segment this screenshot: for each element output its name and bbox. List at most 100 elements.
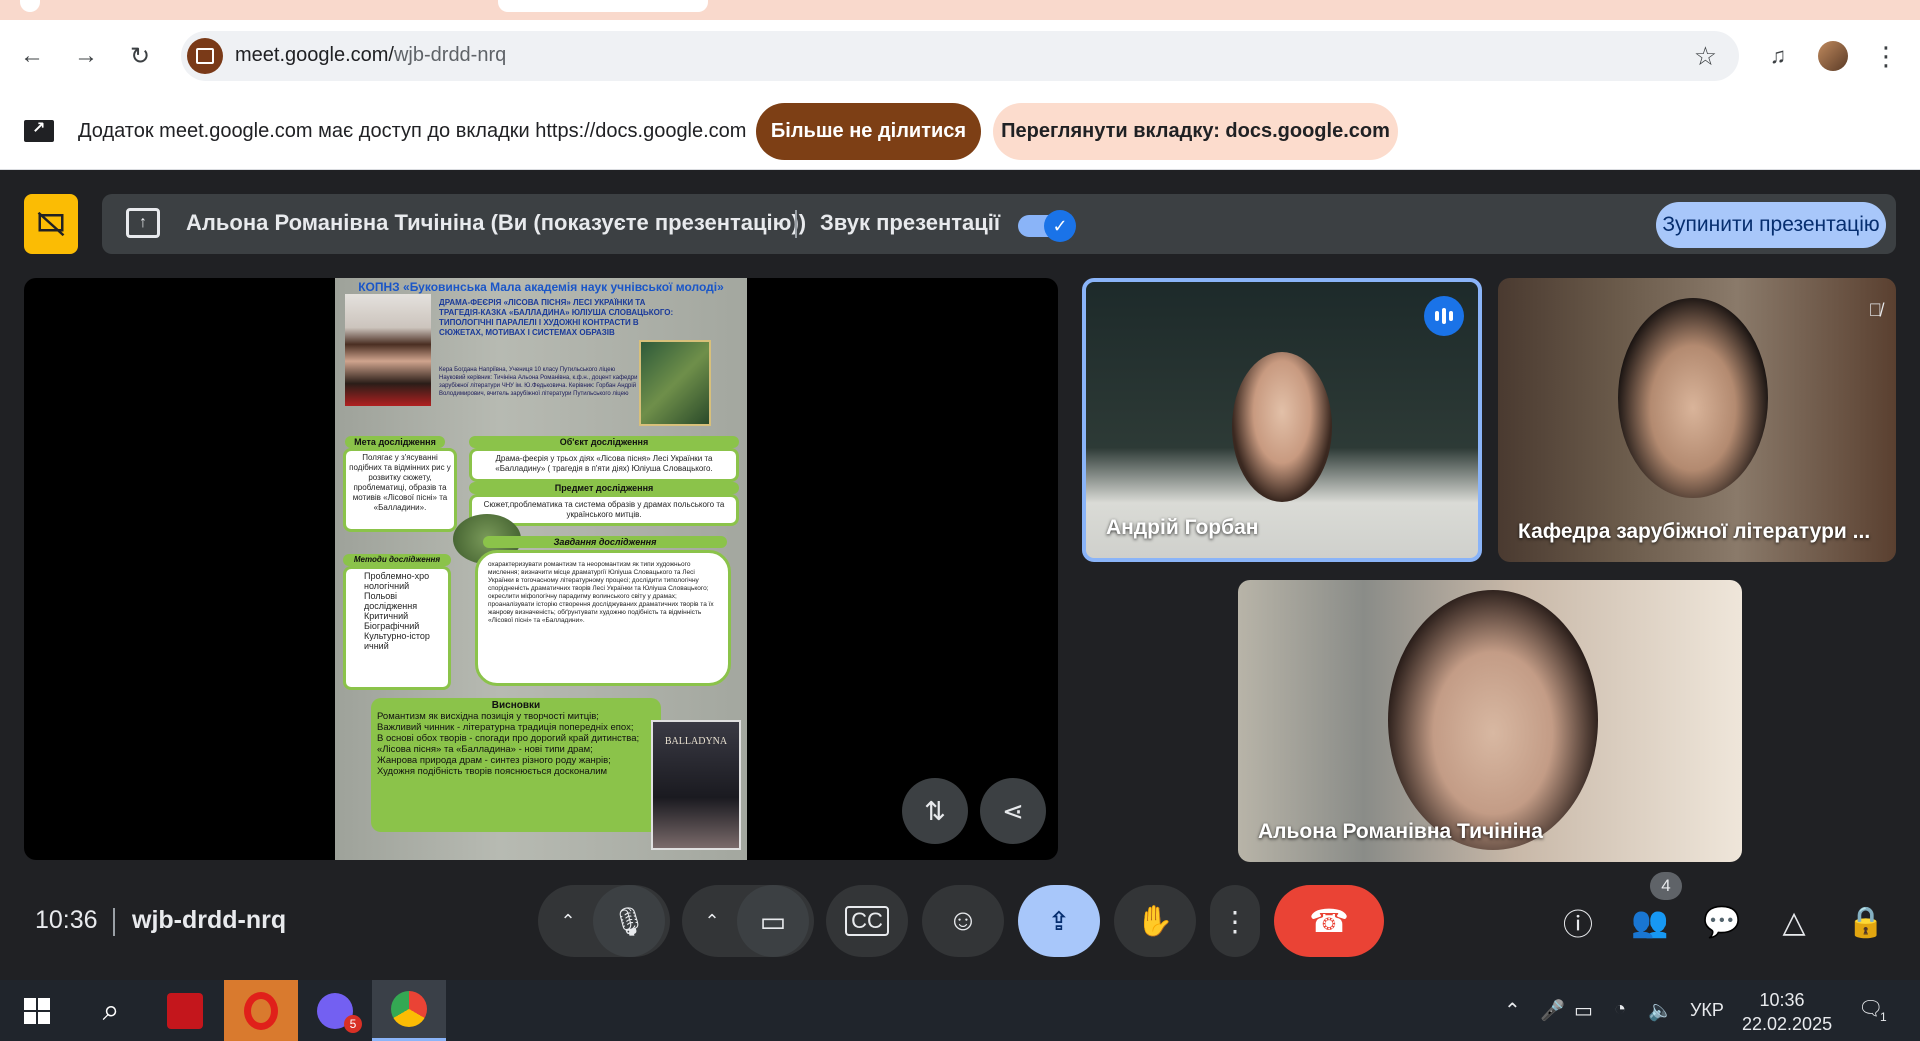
participant-tile-self[interactable]: Альона Романівна Тичініна [1238,580,1742,862]
camera-control-group: ⌃ ▭ [682,885,814,957]
address-bar[interactable]: meet.google.com/wjb-drdd-nrq ☆ [181,31,1739,81]
captions-button[interactable]: CC [826,885,908,957]
volume-icon[interactable]: 🔈 [1648,998,1673,1023]
conclusion-item: Художня подібність творів пояснюється до… [377,766,608,777]
acrobat-app[interactable] [148,980,222,1041]
video-settings-caret-icon[interactable]: ⌃ [687,911,737,932]
microphone-button[interactable]: 🎙 [593,885,665,957]
wifi-icon[interactable]: ◔ [1614,998,1626,1021]
back-button[interactable]: ← [14,38,50,74]
meeting-clock: 10:36 [35,906,98,934]
tab-strip [0,0,1920,20]
participant-video [1232,352,1332,502]
viber-app[interactable]: 5 [298,980,372,1041]
bookmark-star-icon[interactable]: ☆ [1694,41,1717,72]
conclusion-item: В основі обох творів - спогади про дорог… [377,733,640,744]
presenter-name: Альона Романівна Тичініна (Ви (показуєте… [186,210,807,235]
pin-swap-icon[interactable]: ⇅ [902,778,968,844]
profile-avatar[interactable] [1818,41,1848,71]
media-control-icon[interactable]: ♫ [1760,38,1796,74]
method-item: Проблемно-хро нологічний [364,571,430,591]
balladyna-book-cover: BALLADYNA [651,720,741,850]
footer-divider [113,908,115,936]
speaking-indicator-icon [1424,296,1464,336]
more-menu-icon[interactable]: ⋮ [1868,38,1904,74]
microphone-tray-icon[interactable]: 🎤 [1540,998,1565,1023]
screen-share-icon [24,118,54,142]
book-cover-image [639,340,711,426]
forward-button[interactable]: → [68,38,104,74]
sharing-message: Додаток meet.google.com має доступ до вк… [78,120,747,142]
chrome-icon [391,991,427,1027]
meeting-code[interactable]: wjb-drdd-nrq [132,906,286,935]
present-screen-icon: ⇪ [1048,905,1070,936]
participant-name: Кафедра зарубіжної літератури ... [1518,520,1871,543]
chrome-app[interactable] [372,980,446,1041]
taskbar-clock[interactable]: 10:36 22.02.2025 [1742,988,1832,1036]
presentation-slide: КОПНЗ «Буковинська Мала академія наук уч… [335,278,747,860]
banner-divider [795,210,797,238]
browser-tab-active[interactable] [498,0,708,12]
raise-hand-button[interactable]: ✋ [1114,885,1196,957]
share-icon[interactable]: ⋖ [980,778,1046,844]
slide-topic: ДРАМА-ФЕЄРІЯ «ЛІСОВА ПІСНЯ» ЛЕСІ УКРАЇНК… [439,298,674,337]
conclusions-heading: Висновки [491,700,541,711]
audio-settings-caret-icon[interactable]: ⌃ [543,911,593,932]
battery-icon[interactable]: ▭ [1574,998,1593,1023]
url-text[interactable]: meet.google.com/wjb-drdd-nrq [235,44,506,67]
participant-count-badge: 4 [1650,872,1682,900]
present-now-button[interactable]: ⇪ [1018,885,1100,957]
presentation-sound-label: Звук презентації [820,210,1001,235]
slide-title: КОПНЗ «Буковинська Мала академія наук уч… [358,280,724,294]
chat-icon[interactable]: 💬 [1698,898,1746,946]
language-indicator[interactable]: УКР [1690,1000,1724,1021]
notification-count: 1 [1880,1010,1887,1024]
emoji-button[interactable]: ☺ [922,885,1004,957]
view-shared-tab-button[interactable]: Переглянути вкладку: docs.google.com [993,103,1398,160]
participant-tile[interactable]: Андрій Горбан [1082,278,1482,562]
participant-video [1388,590,1598,850]
windows-logo-icon [24,997,50,1024]
mic-control-group: ⌃ 🎙 [538,885,670,957]
conclusion-item: Жанрова природа драм - синтез різного ро… [377,755,611,766]
goal-text: Полягає у з'ясуванні подібних та відмінн… [343,448,457,532]
people-icon[interactable]: 👥 [1626,898,1674,946]
search-icon: ⌕ [102,993,120,1027]
conclusion-item: Важливий чинник - літературна традиція п… [377,722,634,733]
opera-icon [244,991,278,1030]
start-button[interactable] [0,980,74,1041]
search-button[interactable]: ⌕ [74,980,148,1041]
acrobat-icon [167,992,203,1029]
tasks-text: охарактеризувати романтизм та неороманти… [475,550,731,686]
meeting-details-icon[interactable]: ⓘ [1554,898,1602,946]
leave-call-button[interactable]: ☎ [1274,885,1384,957]
slide-authors: Кера Богдана Напріївна, Учениця 10 класу… [439,367,638,397]
presentation-sound-toggle[interactable]: ✓ [1018,210,1076,242]
reload-button[interactable]: ↻ [122,38,158,74]
stop-sharing-button[interactable]: Більше не ділитися [756,103,981,160]
browser-tab[interactable] [20,0,40,12]
goal-heading: Мета дослідження [345,436,445,448]
participant-tile[interactable]: 🎙̸ Кафедра зарубіжної літератури ... [1498,278,1896,562]
more-options-button[interactable]: ⋮ [1210,885,1260,957]
captions-icon: CC [845,906,889,936]
camera-button[interactable]: ▭ [737,885,809,957]
browser-toolbar: ← → ↻ meet.google.com/wjb-drdd-nrq ☆ ♫ ⋮ [0,20,1920,92]
tray-overflow-icon[interactable]: ⌃ [1504,998,1521,1023]
hand-icon: ✋ [1136,904,1174,938]
activities-icon[interactable]: △ [1770,898,1818,946]
stop-presentation-button[interactable]: Зупинити презентацію [1656,202,1886,248]
method-item: Біографічний [364,621,420,631]
shared-screen-panel: КОПНЗ «Буковинська Мала академія наук уч… [24,278,1058,860]
url-path: wjb-drdd-nrq [393,44,507,66]
meet-area: ↑ Альона Романівна Тичініна (Ви (показує… [0,170,1920,980]
presentation-indicator-icon[interactable] [24,194,78,254]
tab-sharing-bar: Додаток meet.google.com має доступ до вк… [0,92,1920,170]
host-controls-icon[interactable]: 🔒 [1842,898,1890,946]
present-screen-icon: ↑ [126,208,160,238]
check-icon: ✓ [1044,210,1076,242]
site-info-icon[interactable] [187,38,223,74]
phone-hangup-icon: ☎ [1309,903,1349,939]
opera-app[interactable] [224,980,298,1041]
viber-badge: 5 [344,1015,362,1033]
